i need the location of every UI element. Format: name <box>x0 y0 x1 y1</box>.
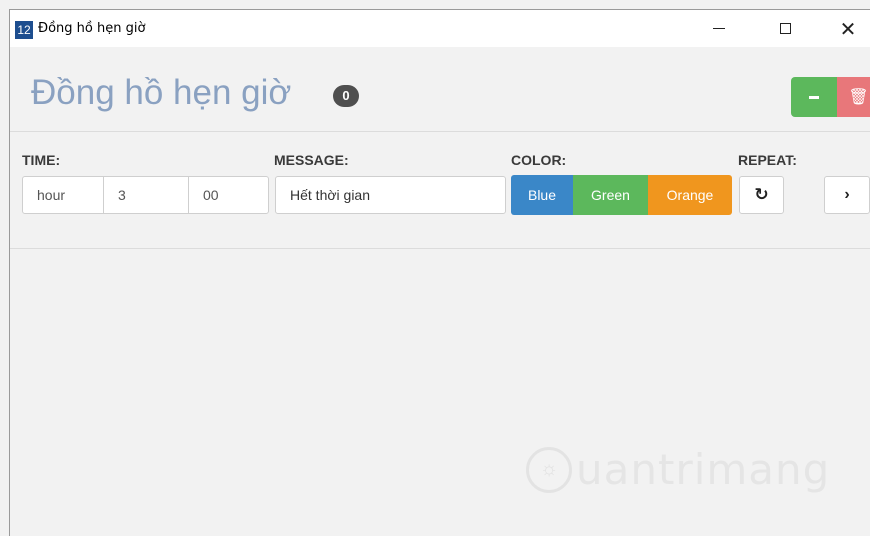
window-title: Đồng hồ hẹn giờ <box>38 21 146 36</box>
time-label: TIME: <box>22 152 61 168</box>
divider <box>10 131 870 132</box>
title-bar: 12 Đồng hồ hẹn giờ ✕ <box>10 10 870 47</box>
remove-button[interactable] <box>791 77 837 117</box>
trash-icon: 🗑 <box>848 89 869 106</box>
color-blue-button[interactable]: Blue <box>511 175 573 215</box>
minimize-window-button[interactable] <box>697 10 741 47</box>
time-input-group: hour 3 00 <box>22 176 269 214</box>
page-title: Đồng hồ hẹn giờ <box>31 73 292 112</box>
minus-icon <box>809 95 819 99</box>
color-label: COLOR: <box>511 152 567 168</box>
minimize-icon <box>713 28 725 29</box>
maximize-icon <box>779 23 791 34</box>
color-green-button[interactable]: Green <box>573 175 648 215</box>
color-orange-button[interactable]: Orange <box>648 175 732 215</box>
close-icon: ✕ <box>839 16 857 41</box>
repeat-label: REPEAT: <box>738 152 797 168</box>
delete-button[interactable]: 🗑 <box>837 77 870 117</box>
watermark: ☼ uantrimang <box>526 445 830 494</box>
minutes-field[interactable]: 3 <box>104 177 189 213</box>
seconds-field[interactable]: 00 <box>189 177 268 213</box>
next-button[interactable]: › <box>824 176 870 214</box>
main-content: Đồng hồ hẹn giờ 0 🗑 TIME: MESSAGE: COLOR… <box>10 47 870 536</box>
watermark-text: uantrimang <box>576 445 831 494</box>
app-icon: 12 <box>15 21 33 39</box>
chevron-right-icon: › <box>844 186 850 203</box>
timer-count-badge: 0 <box>333 85 359 107</box>
refresh-icon: ↻ <box>754 185 769 204</box>
divider <box>10 248 870 249</box>
lightbulb-icon: ☼ <box>526 446 572 493</box>
close-window-button[interactable]: ✕ <box>826 10 870 47</box>
repeat-button[interactable]: ↻ <box>739 176 784 214</box>
maximize-window-button[interactable] <box>763 10 807 47</box>
message-label: MESSAGE: <box>274 152 349 168</box>
hour-field[interactable]: hour <box>23 177 104 213</box>
message-input[interactable]: Hết thời gian <box>275 176 506 214</box>
